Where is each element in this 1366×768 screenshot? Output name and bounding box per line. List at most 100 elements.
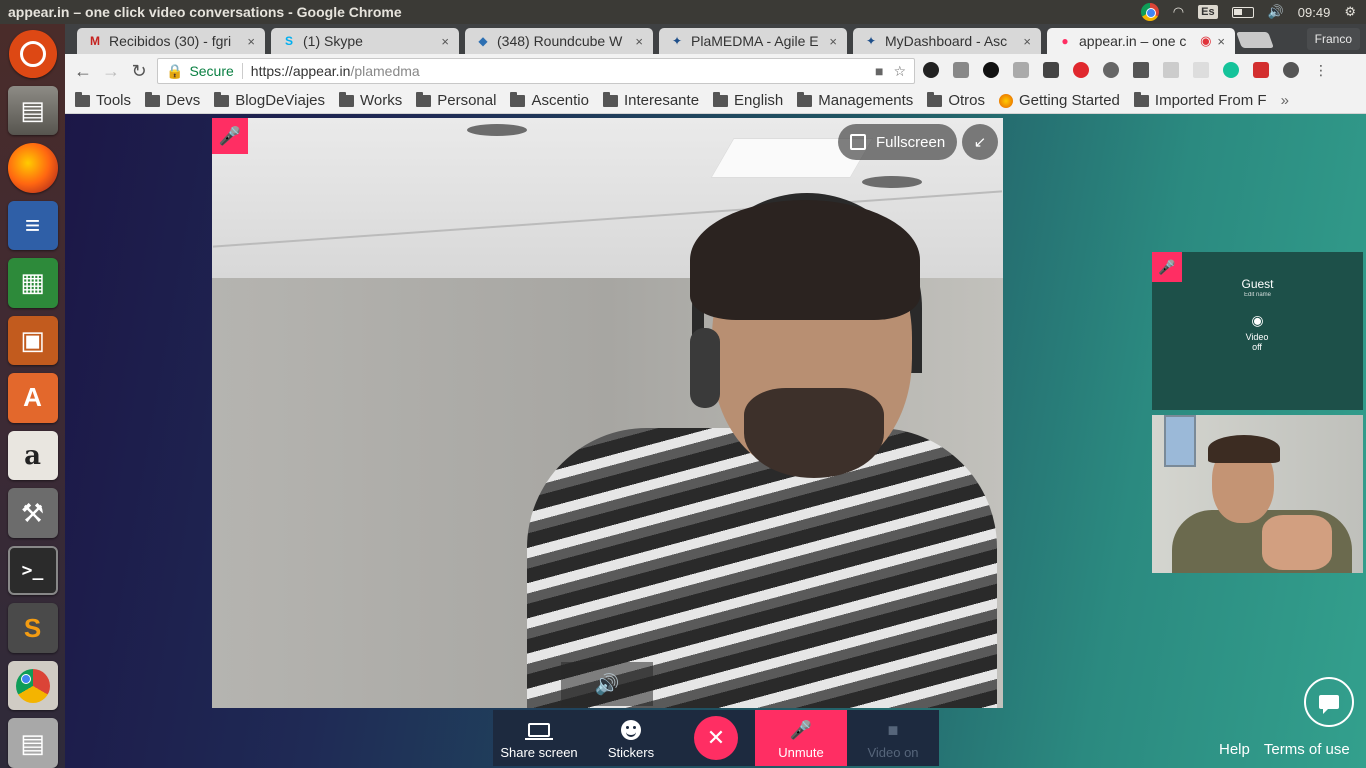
address-bar[interactable]: 🔒 Secure https://appear.in/plamedma ■ ☆ <box>157 58 915 84</box>
grammarly-icon[interactable] <box>1223 62 1239 78</box>
impress-icon[interactable]: ▣ <box>7 315 58 366</box>
chrome-icon[interactable] <box>7 660 58 711</box>
tab-appear-in[interactable]: ● appear.in – one c ◉ × <box>1047 28 1235 54</box>
lock-icon: 🔒 <box>166 62 184 79</box>
volume-button[interactable]: 🔊 <box>561 662 653 706</box>
folder-icon <box>713 91 729 107</box>
bookmark-label: Devs <box>166 92 201 109</box>
fullscreen-button[interactable]: Fullscreen <box>838 124 958 160</box>
close-icon[interactable]: × <box>635 34 643 49</box>
bookmark-folder[interactable]: Managements <box>797 91 914 109</box>
jira-icon: ✦ <box>671 34 683 48</box>
ubuntu-icon[interactable] <box>8 30 57 78</box>
mail-icon[interactable] <box>1133 62 1149 78</box>
stickers-button[interactable]: Stickers <box>585 710 677 766</box>
firefox-icon[interactable] <box>7 143 58 193</box>
video-on-label: Video on <box>867 745 919 760</box>
share-screen-label: Share screen <box>500 745 578 760</box>
extension-icon[interactable] <box>1013 62 1029 78</box>
bookmark-folder[interactable]: Tools <box>75 91 131 109</box>
sublime-icon[interactable]: S <box>7 603 58 653</box>
chrome-tray-icon[interactable] <box>1140 3 1159 21</box>
extension-icon[interactable] <box>923 62 939 78</box>
minimize-video-button[interactable]: ↙ <box>962 124 998 160</box>
remote-video-main[interactable]: 🎤 Fullscreen ↙ 🔊 <box>212 118 1003 708</box>
extension-icon[interactable] <box>1163 62 1179 78</box>
writer-icon[interactable]: ≡ <box>7 200 58 251</box>
bookmark-folder[interactable]: Works <box>339 91 402 109</box>
files-icon[interactable]: ▤ <box>7 85 58 136</box>
tab-roundcube[interactable]: ◆ (348) Roundcube W × <box>465 28 653 54</box>
gear-icon[interactable]: ⚙ <box>1344 4 1356 20</box>
guest-name[interactable]: Guest <box>1152 277 1363 291</box>
bookmark-folder[interactable]: English <box>713 91 783 109</box>
opera-icon[interactable] <box>1073 62 1089 78</box>
close-icon[interactable]: × <box>247 34 255 49</box>
forward-button[interactable]: → <box>97 61 125 82</box>
star-icon[interactable]: ☆ <box>893 63 906 80</box>
unmute-button[interactable]: 🎤 Unmute <box>755 710 847 766</box>
camera-indicator-icon[interactable]: ■ <box>875 63 883 80</box>
workspaces-icon[interactable]: ▤ <box>7 718 58 768</box>
extension-icon[interactable] <box>1193 62 1209 78</box>
tab-skype[interactable]: S (1) Skype × <box>271 28 459 54</box>
video-headphone <box>690 328 720 408</box>
bookmark-folder[interactable]: Ascentio <box>510 91 589 109</box>
bookmark-folder[interactable]: Personal <box>416 91 496 109</box>
chat-button[interactable] <box>1304 677 1354 727</box>
close-icon[interactable]: × <box>829 34 837 49</box>
video-on-button[interactable]: ■ Video on <box>847 710 939 766</box>
wifi-icon[interactable]: ◠ <box>1173 4 1184 20</box>
clock[interactable]: 09:49 <box>1298 5 1331 20</box>
amazon-icon[interactable]: a <box>7 430 58 481</box>
close-icon[interactable]: × <box>441 34 449 49</box>
window-title: appear.in – one click video conversation… <box>8 4 402 20</box>
bookmarks-overflow-button[interactable]: » <box>1281 92 1289 109</box>
close-icon[interactable]: × <box>1023 34 1031 49</box>
bookmark-folder[interactable]: Devs <box>145 91 201 109</box>
tab-plamedma[interactable]: ✦ PlaMEDMA - Agile E × <box>659 28 847 54</box>
terms-link[interactable]: Terms of use <box>1264 741 1350 758</box>
extension-icon[interactable] <box>1253 62 1269 78</box>
power-icon[interactable] <box>1103 62 1119 78</box>
extension-icon[interactable] <box>1043 62 1059 78</box>
url-path: /plamedma <box>350 63 420 79</box>
hangup-area: ✕ <box>677 710 755 766</box>
bookmark-folder[interactable]: Interesante <box>602 91 699 109</box>
edit-name-link[interactable]: Edit name <box>1152 292 1363 298</box>
extension-icon[interactable] <box>983 62 999 78</box>
calc-icon[interactable]: ▦ <box>7 258 58 308</box>
folder-icon <box>416 91 432 107</box>
bookmark-folder[interactable]: Otros <box>927 91 985 109</box>
tab-gmail[interactable]: M Recibidos (30) - fgri × <box>77 28 265 54</box>
extension-icon[interactable] <box>1283 62 1299 78</box>
tab-mydashboard[interactable]: ✦ MyDashboard - Asc × <box>853 28 1041 54</box>
reload-button[interactable]: ↻ <box>125 61 153 82</box>
bookmark-folder[interactable]: BlogDeViajes <box>214 91 325 109</box>
camera-off-icon: ■ <box>887 719 899 740</box>
help-link[interactable]: Help <box>1219 741 1250 758</box>
back-button[interactable]: ← <box>69 61 97 82</box>
volume-icon[interactable]: 🔊 <box>1268 4 1284 20</box>
new-tab-button[interactable] <box>1236 32 1274 48</box>
settings-icon[interactable]: ⚒ <box>7 488 58 538</box>
guest-tile[interactable]: 🎤 Guest Edit name ◉ Video off <box>1152 252 1363 410</box>
menu-icon[interactable]: ⋮ <box>1313 62 1329 78</box>
battery-icon[interactable] <box>1231 6 1254 18</box>
hangup-button[interactable]: ✕ <box>694 716 738 760</box>
profile-button[interactable]: Franco <box>1306 28 1360 50</box>
self-video-tile[interactable] <box>1152 415 1363 573</box>
terminal-icon[interactable]: >_ <box>7 545 58 596</box>
bookmark-folder[interactable]: Imported From F <box>1133 91 1267 109</box>
bookmark-label: Managements <box>818 92 914 109</box>
bookmark-link[interactable]: Getting Started <box>999 92 1120 109</box>
share-screen-button[interactable]: Share screen <box>493 710 585 766</box>
eye-off-icon: ◉ <box>1251 312 1264 328</box>
screenshot-icon[interactable] <box>953 62 969 78</box>
software-center-icon[interactable]: A <box>7 373 58 423</box>
bookmark-label: Imported From F <box>1154 92 1267 109</box>
bookmark-label: Ascentio <box>531 92 589 109</box>
close-icon[interactable]: × <box>1217 34 1225 49</box>
keyboard-layout-indicator[interactable]: Es <box>1198 5 1218 19</box>
close-icon: ✕ <box>706 725 726 750</box>
